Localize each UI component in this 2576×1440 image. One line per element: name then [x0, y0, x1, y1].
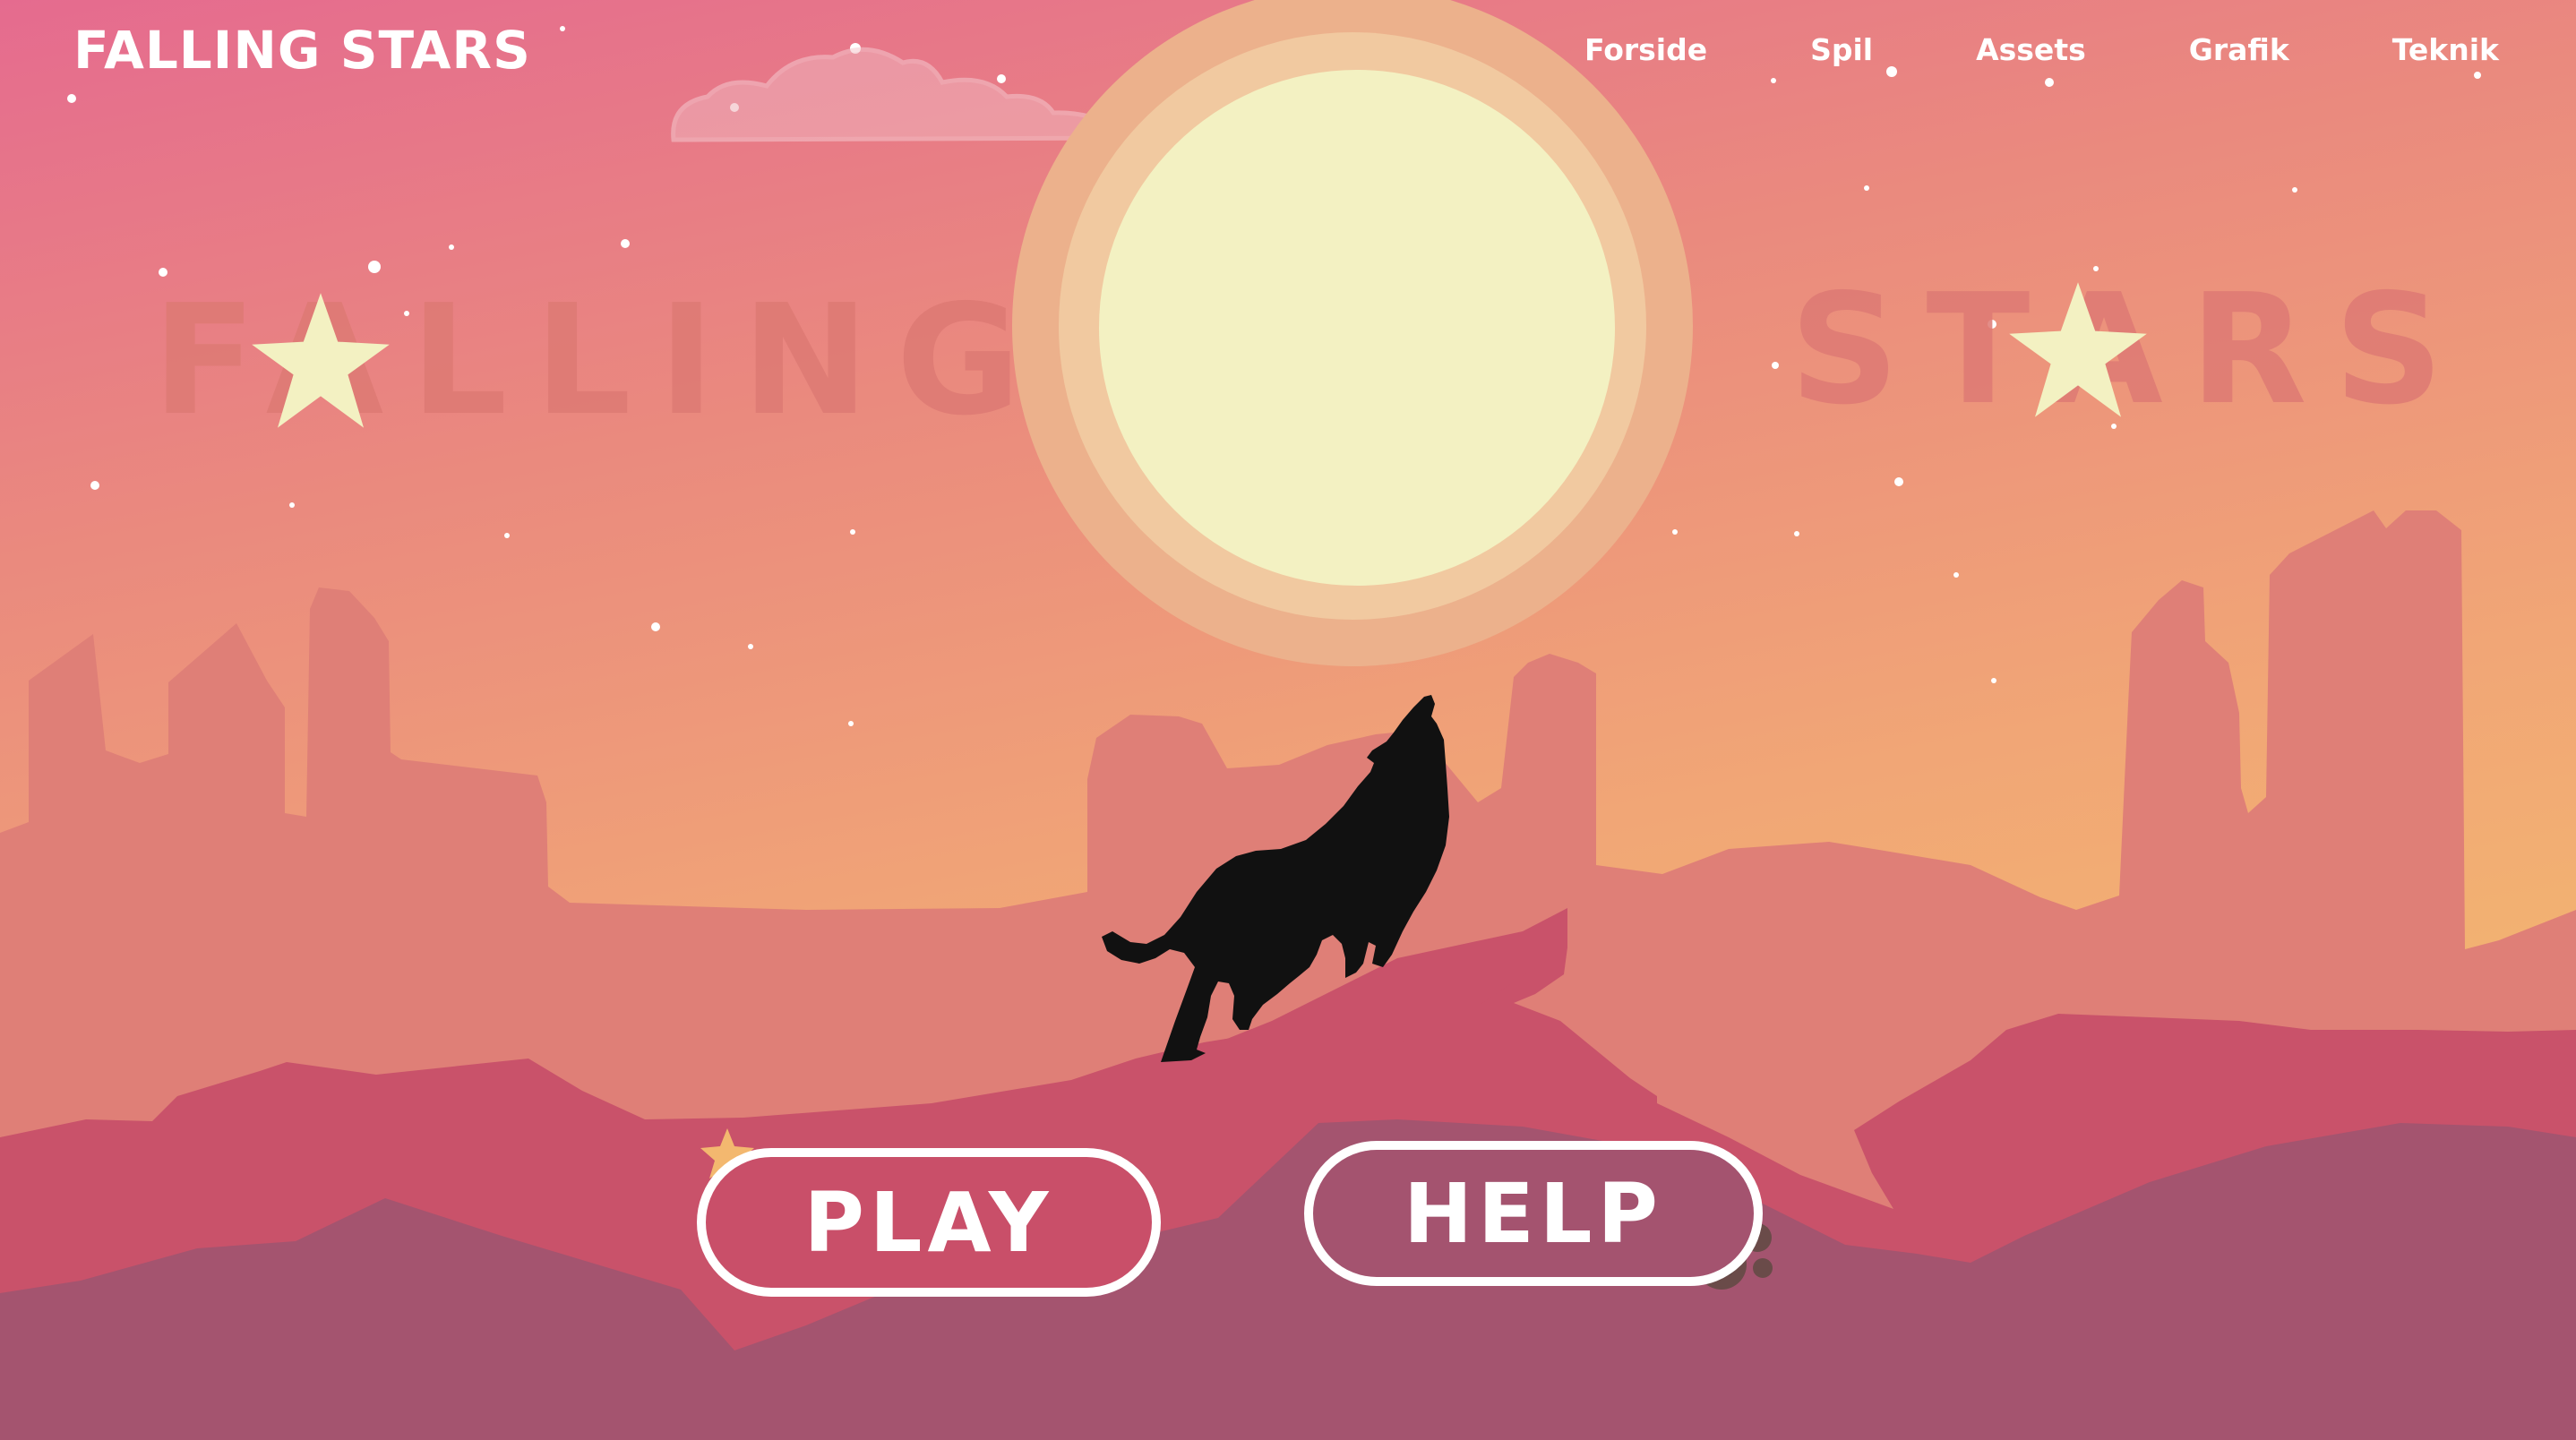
nav-item-grafik[interactable]: Grafik: [2189, 32, 2289, 67]
sky-star: [1672, 529, 1678, 535]
title-star-shape: [252, 293, 390, 428]
sky-star: [1794, 531, 1799, 536]
sky-star: [67, 94, 76, 103]
sky-star: [1864, 185, 1869, 191]
nav-item-assets[interactable]: Assets: [1976, 32, 2086, 67]
meteor-rock: [1753, 1258, 1773, 1278]
sky-star: [1991, 678, 1996, 683]
sky-star: [504, 533, 510, 538]
sky-star: [2045, 78, 2054, 87]
star-icon: [252, 293, 390, 428]
sky-star: [850, 529, 855, 535]
moon-disc: [1099, 70, 1615, 586]
nav-item-forside[interactable]: Forside: [1584, 32, 1707, 67]
sky-star: [289, 502, 295, 508]
sky-star: [848, 721, 854, 726]
sky-star: [2474, 72, 2481, 79]
sky-star: [449, 244, 454, 250]
main-nav: Forside Spil Assets Grafik Teknik: [1584, 32, 2499, 67]
moon: [1012, 0, 1693, 666]
sky-star: [997, 74, 1006, 83]
sky-star: [560, 26, 565, 31]
help-button[interactable]: HELP: [1304, 1141, 1763, 1286]
sky-star: [621, 239, 630, 248]
desert-night-scene: [0, 0, 2576, 1440]
sky-star: [651, 622, 660, 631]
sky-star: [90, 481, 99, 490]
nav-item-spil[interactable]: Spil: [1810, 32, 1873, 67]
sky-star: [1953, 572, 1959, 578]
nav-item-teknik[interactable]: Teknik: [2392, 32, 2499, 67]
sky-star: [1771, 78, 1776, 83]
play-button[interactable]: PLAY: [697, 1148, 1161, 1297]
site-logo[interactable]: FALLING STARS: [73, 20, 531, 81]
game-title-screen: FALLING STARS Forside Spil Assets Grafik…: [0, 0, 2576, 1440]
sky-star: [368, 261, 381, 273]
sky-star: [1894, 477, 1903, 486]
title-star-shape: [2009, 282, 2147, 417]
sky-star: [2292, 187, 2297, 193]
sky-star: [1886, 66, 1897, 77]
sky-star: [748, 644, 753, 649]
play-button-label: PLAY: [803, 1174, 1054, 1271]
sky-star: [1772, 362, 1779, 369]
star-icon: [2009, 282, 2147, 417]
help-button-label: HELP: [1404, 1165, 1663, 1262]
